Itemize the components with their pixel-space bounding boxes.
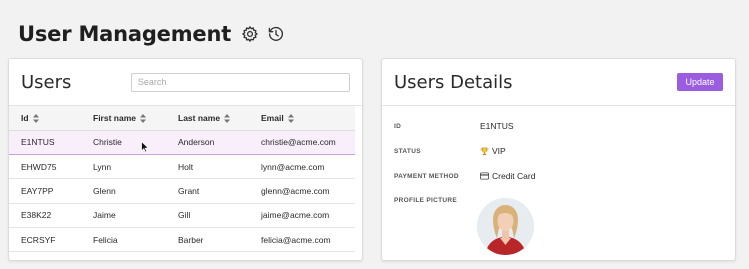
detail-row-picture: PROFILE PICTURE (394, 197, 480, 204)
cell-first-name: Felicia (81, 227, 166, 253)
detail-label-status: STATUS (394, 147, 421, 155)
column-header-email[interactable]: Email (249, 106, 355, 131)
mouse-cursor-icon (141, 141, 149, 153)
table-header-row: Id First name Last name Email (9, 106, 355, 131)
detail-row-status: STATUS VIP (394, 146, 506, 156)
cell-id: EHWD75 (9, 154, 81, 180)
detail-value-payment: Credit Card (480, 171, 535, 181)
table-row[interactable]: E38K22 Jaime Gill jaime@acme.com (9, 203, 355, 229)
cell-first-name: Christie (81, 129, 166, 155)
detail-label-payment: PAYMENT METHOD (394, 172, 459, 180)
cell-first-name: Lynn (81, 154, 166, 180)
details-panel-header: Users Details Update (382, 59, 735, 106)
column-header-label: First name (93, 112, 136, 123)
update-button[interactable]: Update (677, 73, 723, 91)
users-panel: Users Id First name Last name Email E1NT… (8, 58, 363, 261)
cell-last-name: Barber (166, 227, 249, 253)
users-panel-title: Users (21, 71, 72, 93)
column-header-last-name[interactable]: Last name (166, 106, 249, 131)
sort-icon[interactable] (32, 113, 39, 123)
detail-label-picture: PROFILE PICTURE (394, 197, 458, 204)
cell-last-name: Anderson (166, 129, 249, 155)
history-icon[interactable] (267, 25, 285, 43)
details-panel-title: Users Details (394, 71, 513, 93)
cell-last-name: Grant (166, 178, 249, 204)
avatar (477, 198, 534, 255)
trophy-icon (480, 147, 489, 155)
cell-last-name: Holt (166, 154, 249, 180)
column-header-label: Id (21, 112, 29, 123)
cell-email: christie@acme.com (249, 129, 355, 155)
cell-first-name: Glenn (81, 178, 166, 204)
detail-value-status: VIP (480, 146, 506, 156)
detail-label-id: ID (394, 122, 402, 130)
cell-first-name: Jaime (81, 203, 166, 229)
page-title: User Management (18, 22, 232, 46)
search-input[interactable] (130, 72, 350, 92)
table-row[interactable]: E1NTUS Christie Anderson christie@acme.c… (9, 129, 355, 155)
column-header-label: Email (261, 112, 284, 123)
gear-icon[interactable] (241, 25, 259, 43)
column-header-first-name[interactable]: First name (81, 106, 166, 131)
user-details-panel: Users Details Update ID E1NTUS STATUS VI… (381, 58, 736, 261)
table-row[interactable]: EAY7PP Glenn Grant glenn@acme.com (9, 178, 355, 204)
sort-icon[interactable] (140, 113, 146, 123)
detail-row-id: ID E1NTUS (394, 121, 514, 131)
cell-email: jaime@acme.com (249, 203, 355, 229)
cell-email: felicia@acme.com (249, 227, 355, 253)
table-row[interactable]: EHWD75 Lynn Holt lynn@acme.com (9, 154, 355, 180)
id-value: E1NTUS (480, 121, 514, 131)
status-value: VIP (492, 146, 506, 156)
cell-id: ECRSYF (9, 227, 81, 253)
detail-value-id: E1NTUS (480, 121, 514, 131)
cell-id: EAY7PP (9, 178, 81, 204)
users-table: Id First name Last name Email E1NTUS Chr… (9, 106, 355, 253)
cell-last-name: Gill (166, 203, 249, 229)
column-header-id[interactable]: Id (9, 106, 81, 131)
cell-email: glenn@acme.com (249, 178, 355, 204)
cell-id: E38K22 (9, 203, 81, 229)
detail-row-payment: PAYMENT METHOD Credit Card (394, 171, 535, 181)
credit-card-icon (480, 172, 489, 180)
cell-email: lynn@acme.com (249, 154, 355, 180)
sort-icon[interactable] (224, 113, 231, 123)
payment-value: Credit Card (492, 171, 536, 181)
table-row[interactable]: ECRSYF Felicia Barber felicia@acme.com (9, 227, 355, 253)
cell-id: E1NTUS (9, 129, 81, 155)
users-panel-header: Users (9, 59, 362, 106)
column-header-label: Last name (178, 112, 221, 123)
sort-icon[interactable] (287, 113, 294, 123)
page-header: User Management (18, 22, 285, 46)
